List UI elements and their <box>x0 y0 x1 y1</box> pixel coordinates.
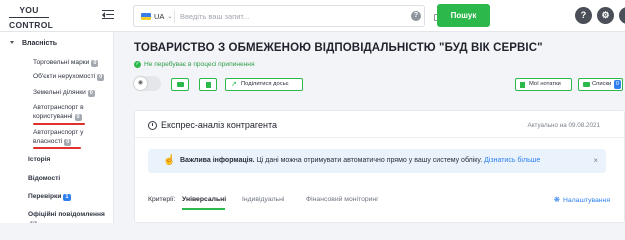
sidebar-item-label: Автотранспорт у <box>33 129 84 136</box>
search-input[interactable] <box>180 8 380 24</box>
logo-line-1: YOU <box>19 5 39 15</box>
settings-label: Налаштування <box>563 196 610 204</box>
main-content: ТОВАРИСТВО З ОБМЕЖЕНОЮ ВІДПОВІДАЛЬНІСТЮ … <box>114 32 625 223</box>
close-icon[interactable]: × <box>593 156 598 166</box>
print-button[interactable] <box>171 78 189 91</box>
learn-more-link[interactable]: Дізнатись більше <box>484 157 540 164</box>
printer-icon <box>177 82 184 87</box>
info-bold-text: Важлива інформація. <box>180 157 255 164</box>
company-status: ✓ Не перебуває в процесі припинення <box>134 61 255 68</box>
profile-icon[interactable] <box>619 7 625 24</box>
document-icon <box>206 82 211 88</box>
ukraine-flag-icon <box>141 13 151 20</box>
export-button[interactable] <box>199 78 217 91</box>
sidebar-item-label: Офіційні повідомлення <box>28 211 105 218</box>
info-body-text: Ці дані можна отримувати автоматично пря… <box>254 157 485 164</box>
my-notes-button[interactable]: Мої нотатки <box>515 78 572 91</box>
lists-button[interactable]: Списки 0 <box>578 78 623 91</box>
gear-icon[interactable]: ⚙ <box>597 7 614 24</box>
count-badge: 0 <box>87 90 95 97</box>
sidebar-item-label: Земельні ділянки <box>33 89 86 96</box>
sidebar-item-label-line-2: власності <box>33 138 63 145</box>
chevron-down-icon: ⌄ <box>167 14 173 20</box>
red-underline-highlight <box>33 147 81 149</box>
top-bar: YOU CONTROL UA ⌄ ? Пошук ? ⚙ <box>0 0 625 32</box>
active-tab-underline <box>182 208 225 210</box>
sidebar-item-official-notices[interactable]: Офіційні повідомлення 0 <box>28 210 113 223</box>
red-underline-highlight <box>33 123 85 125</box>
sidebar-item-label: Автотранспорт в <box>33 104 84 111</box>
tab-individual[interactable]: Індивідуальні <box>242 196 284 203</box>
tab-financial-monitoring[interactable]: Фінансовий моніторинг <box>306 196 379 203</box>
count-badge: 0 <box>91 60 99 67</box>
help-icon[interactable]: ? <box>411 11 421 21</box>
tab-universal[interactable]: Універсальні <box>182 196 226 203</box>
sidebar-item-land-plots[interactable]: Земельні ділянки 0 <box>33 88 95 97</box>
count-badge: 0 <box>64 139 72 146</box>
gear-icon: ❋ <box>553 195 561 204</box>
check-circle-icon: ✓ <box>134 61 141 68</box>
sidebar-item-label-line-2: користуванні <box>33 113 73 120</box>
language-label: UA <box>154 12 165 21</box>
collapse-sidebar-icon[interactable] <box>102 9 114 21</box>
criteria-label: Критерії: <box>148 196 176 203</box>
divider <box>174 10 175 23</box>
notes-icon <box>520 82 525 88</box>
pointing-hand-icon: ☝ <box>163 155 176 166</box>
sidebar-section-label: Власність <box>22 40 58 47</box>
count-badge: 0 <box>30 221 38 223</box>
sidebar-item-label: Перевірки <box>28 193 62 200</box>
lists-label: Списки <box>592 81 612 87</box>
caret-down-icon <box>10 41 14 44</box>
divider <box>135 137 625 138</box>
info-text: Важлива інформація. Ці дані можна отриму… <box>180 157 540 164</box>
card-title-text: Експрес-аналіз контрагента <box>161 120 278 130</box>
count-badge: 0 <box>97 74 105 81</box>
sidebar-item-label: Історія <box>28 156 51 163</box>
notes-label: Мої нотатки <box>529 81 561 87</box>
folder-icon <box>583 82 590 87</box>
sidebar-item-trademarks[interactable]: Торговельні марки 0 <box>33 58 99 67</box>
sidebar-item-real-estate[interactable]: Об'єкти нерухомості 0 <box>33 72 105 81</box>
share-label: Поділитися досьє <box>241 81 289 87</box>
lists-count-badge: 0 <box>614 80 621 89</box>
express-analysis-card: Експрес-аналіз контрагента Актуально на … <box>134 110 625 223</box>
logo-line-2: CONTROL <box>9 17 53 30</box>
sidebar: Власність Торговельні марки 0 Об'єкти нер… <box>0 32 114 223</box>
count-badge: 0 <box>74 114 82 121</box>
info-banner: ☝ Важлива інформація. Ці дані можна отри… <box>148 149 606 173</box>
sidebar-item-label: Відомості <box>28 175 61 182</box>
share-dossier-button[interactable]: ↗ Поділитися досьє <box>225 78 303 91</box>
count-badge: 1 <box>63 194 71 201</box>
share-arrow-icon: ↗ <box>231 81 237 88</box>
card-title: Експрес-аналіз контрагента <box>148 120 277 130</box>
sidebar-section-ownership[interactable]: Власність <box>10 40 57 47</box>
page-title: ТОВАРИСТВО З ОБМЕЖЕНОЮ ВІДПОВІДАЛЬНІСТЮ … <box>134 42 543 54</box>
sidebar-item-history[interactable]: Історія <box>28 155 50 164</box>
help-circle-icon[interactable]: ? <box>575 7 592 24</box>
sidebar-item-label: Торговельні марки <box>33 59 90 66</box>
language-select[interactable]: UA ⌄ <box>141 10 172 23</box>
search-button[interactable]: Пошук <box>437 4 490 27</box>
sidebar-item-inspections[interactable]: Перевірки 1 <box>28 192 71 201</box>
clock-icon <box>148 120 157 130</box>
monitoring-toggle[interactable]: ◉ <box>133 76 161 91</box>
sidebar-item-details[interactable]: Відомості <box>28 174 60 183</box>
eye-icon: ◉ <box>134 77 147 90</box>
sidebar-item-vehicles-owned[interactable]: Автотранспорт у власності 0 <box>33 128 83 146</box>
sidebar-item-label: Об'єкти нерухомості <box>33 73 96 80</box>
search-box: UA ⌄ ? <box>133 5 445 27</box>
settings-link[interactable]: ❋ Налаштування <box>554 196 610 204</box>
status-text: Не перебуває в процесі припинення <box>144 61 255 68</box>
actuality-date: Актуально на 09.08.2021 <box>527 122 601 129</box>
logo[interactable]: YOU CONTROL <box>9 3 53 30</box>
sidebar-item-vehicles-in-use[interactable]: Автотранспорт в користуванні 0 <box>33 103 84 121</box>
